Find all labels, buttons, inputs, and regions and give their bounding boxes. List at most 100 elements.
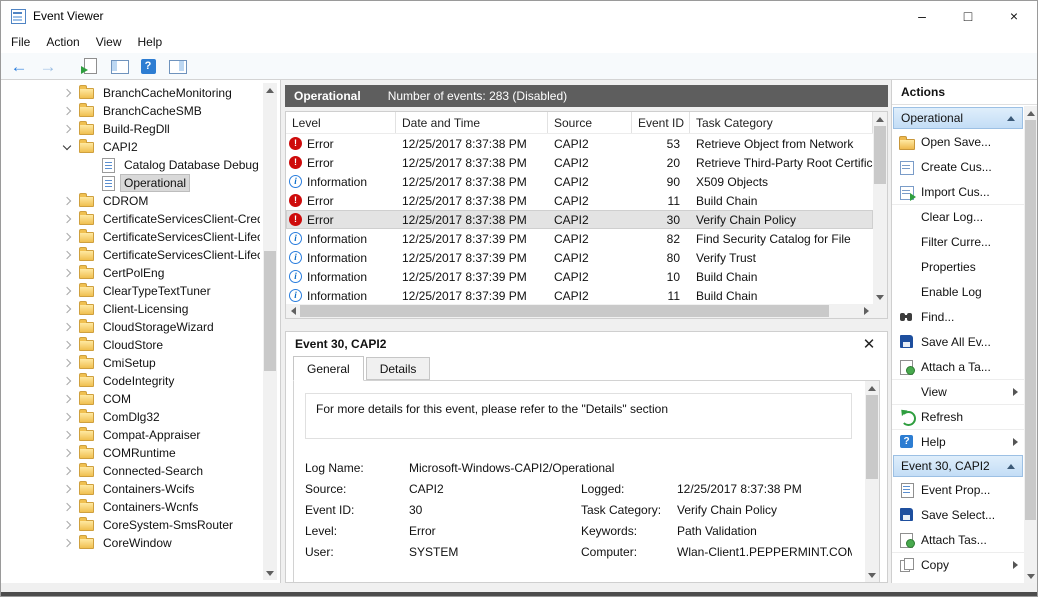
event-row-selected[interactable]: !Error 12/25/2017 8:37:38 PM CAPI2 30 Ve… [286, 210, 873, 229]
tree-item[interactable]: BranchCacheSMB [1, 102, 260, 120]
action-clear-log[interactable]: Clear Log... [892, 204, 1024, 229]
chevron-right-icon[interactable] [63, 413, 71, 421]
scroll-down-button[interactable] [1024, 569, 1037, 583]
tree-item[interactable]: CodeIntegrity [1, 372, 260, 390]
menu-view[interactable]: View [88, 31, 130, 53]
tree-item[interactable]: COM [1, 390, 260, 408]
event-row[interactable]: iInformation 12/25/2017 8:37:39 PM CAPI2… [286, 248, 873, 267]
show-console-tree-button[interactable] [108, 55, 130, 77]
action-view[interactable]: View [892, 379, 1024, 404]
tree-item[interactable]: CertificateServicesClient-Lifec [1, 228, 260, 246]
tree-item[interactable]: CoreSystem-SmsRouter [1, 516, 260, 534]
export-button[interactable] [79, 55, 101, 77]
collapse-icon[interactable] [1007, 116, 1015, 121]
event-list-horizontal-scrollbar[interactable] [286, 304, 873, 318]
tree-item[interactable]: CoreWindow [1, 534, 260, 552]
event-list-vertical-scrollbar[interactable] [873, 112, 887, 304]
tree-item[interactable]: Containers-Wcifs [1, 480, 260, 498]
maximize-button[interactable]: □ [945, 1, 991, 31]
event-row[interactable]: iInformation 12/25/2017 8:37:39 PM CAPI2… [286, 229, 873, 248]
tree-item[interactable]: CertificateServicesClient-Lifec [1, 246, 260, 264]
action-properties[interactable]: Properties [892, 254, 1024, 279]
event-row[interactable]: !Error 12/25/2017 8:37:38 PM CAPI2 11 Bu… [286, 191, 873, 210]
tree-item[interactable]: Client-Licensing [1, 300, 260, 318]
chevron-right-icon[interactable] [63, 485, 71, 493]
action-import-custom-view[interactable]: Import Cus... [892, 179, 1024, 204]
chevron-right-icon[interactable] [63, 323, 71, 331]
forward-button[interactable]: → [37, 55, 59, 77]
action-refresh[interactable]: Refresh [892, 404, 1024, 429]
scroll-up-button[interactable] [865, 381, 879, 395]
chevron-right-icon[interactable] [63, 251, 71, 259]
show-action-pane-button[interactable] [166, 55, 188, 77]
action-create-custom-view[interactable]: Create Cus... [892, 154, 1024, 179]
chevron-right-icon[interactable] [63, 269, 71, 277]
scrollbar-thumb[interactable] [300, 305, 829, 317]
close-button[interactable]: × [991, 1, 1037, 31]
action-save-selected-events[interactable]: Save Select... [892, 502, 1024, 527]
chevron-right-icon[interactable] [63, 233, 71, 241]
scroll-down-button[interactable] [865, 568, 879, 582]
tree-item[interactable]: Containers-Wcnfs [1, 498, 260, 516]
preview-scrollbar[interactable] [865, 381, 879, 582]
tree-item-capi2[interactable]: CAPI2 [1, 138, 260, 156]
chevron-right-icon[interactable] [63, 377, 71, 385]
tree-item[interactable]: CertificateServicesClient-Cred [1, 210, 260, 228]
chevron-right-icon[interactable] [63, 287, 71, 295]
menu-action[interactable]: Action [38, 31, 87, 53]
actions-section-header-operational[interactable]: Operational [893, 107, 1023, 129]
scroll-down-button[interactable] [263, 566, 277, 580]
chevron-right-icon[interactable] [63, 503, 71, 511]
chevron-right-icon[interactable] [63, 467, 71, 475]
action-find[interactable]: Find... [892, 304, 1024, 329]
chevron-right-icon[interactable] [63, 107, 71, 115]
collapse-icon[interactable] [1007, 464, 1015, 469]
chevron-down-icon[interactable] [63, 142, 71, 150]
tree-item[interactable]: Compat-Appraiser [1, 426, 260, 444]
chevron-right-icon[interactable] [63, 125, 71, 133]
scroll-up-button[interactable] [873, 112, 887, 126]
tree-item[interactable]: Connected-Search [1, 462, 260, 480]
scroll-down-button[interactable] [873, 290, 887, 304]
tree-item[interactable]: CmiSetup [1, 354, 260, 372]
chevron-right-icon[interactable] [63, 89, 71, 97]
tree-scrollbar[interactable] [263, 83, 277, 580]
scroll-up-button[interactable] [263, 83, 277, 97]
tab-general[interactable]: General [293, 356, 364, 381]
action-save-all-events[interactable]: Save All Ev... [892, 329, 1024, 354]
tree-item[interactable]: CDROM [1, 192, 260, 210]
column-header-level[interactable]: Level [286, 112, 396, 133]
action-filter-current-log[interactable]: Filter Curre... [892, 229, 1024, 254]
tab-details[interactable]: Details [366, 357, 431, 380]
column-header-task-category[interactable]: Task Category [690, 112, 873, 133]
tree-item[interactable]: CloudStore [1, 336, 260, 354]
tree-item[interactable]: Build-RegDll [1, 120, 260, 138]
action-help[interactable]: Help [892, 429, 1024, 454]
chevron-right-icon[interactable] [63, 305, 71, 313]
event-row[interactable]: iInformation 12/25/2017 8:37:38 PM CAPI2… [286, 172, 873, 191]
event-row[interactable]: !Error 12/25/2017 8:37:38 PM CAPI2 53 Re… [286, 134, 873, 153]
chevron-right-icon[interactable] [63, 359, 71, 367]
minimize-button[interactable]: – [899, 1, 945, 31]
scrollbar-thumb[interactable] [866, 395, 878, 479]
chevron-right-icon[interactable] [63, 521, 71, 529]
action-open-saved-log[interactable]: Open Save... [892, 129, 1024, 154]
actions-scrollbar[interactable] [1024, 106, 1037, 583]
chevron-right-icon[interactable] [63, 215, 71, 223]
chevron-right-icon[interactable] [63, 431, 71, 439]
chevron-right-icon[interactable] [63, 395, 71, 403]
action-copy[interactable]: Copy [892, 552, 1024, 577]
chevron-right-icon[interactable] [63, 539, 71, 547]
help-button[interactable]: ? [137, 55, 159, 77]
close-icon[interactable]: ✕ [860, 335, 878, 353]
menu-file[interactable]: File [3, 31, 38, 53]
tree-item[interactable]: ClearTypeTextTuner [1, 282, 260, 300]
action-attach-task[interactable]: Attach a Ta... [892, 354, 1024, 379]
chevron-right-icon[interactable] [63, 449, 71, 457]
event-row[interactable]: iInformation 12/25/2017 8:37:39 PM CAPI2… [286, 286, 873, 305]
scrollbar-thumb[interactable] [874, 126, 886, 184]
column-header-event-id[interactable]: Event ID [632, 112, 690, 133]
menu-help[interactable]: Help [130, 31, 171, 53]
tree-item-operational[interactable]: Operational [1, 174, 260, 192]
back-button[interactable]: ← [8, 55, 30, 77]
